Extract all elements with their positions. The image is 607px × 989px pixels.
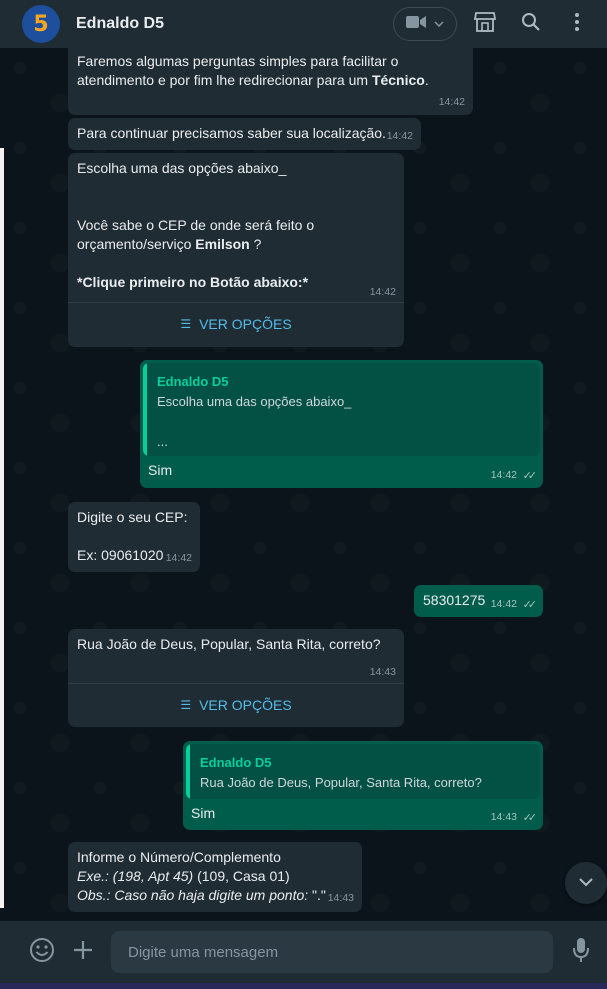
- view-options-button[interactable]: ☰ VER OPÇÕES: [68, 684, 404, 726]
- emoji-button[interactable]: [27, 937, 57, 967]
- quote-author: Ednaldo D5: [200, 755, 272, 770]
- quote-bar: [143, 363, 147, 456]
- double-check-icon: ✓✓: [522, 812, 538, 824]
- quote-text: Escolha uma das opções abaixo_: [157, 394, 352, 409]
- chevron-down-icon: [578, 874, 594, 892]
- video-call-button[interactable]: [393, 7, 457, 41]
- chat-header: 5 Ednaldo D5: [0, 0, 607, 48]
- quoted-message[interactable]: Ednaldo D5 Escolha uma das opções abaixo…: [143, 363, 540, 456]
- microphone-icon: [572, 937, 590, 968]
- view-options-label: VER OPÇÕES: [199, 696, 292, 713]
- message-time: 14:42: [386, 130, 413, 142]
- emoji-icon: [29, 937, 55, 968]
- attach-button[interactable]: [68, 937, 98, 967]
- message-time: 14:43: [327, 892, 354, 904]
- more-options-icon: [574, 12, 580, 37]
- view-options-button[interactable]: ☰ VER OPÇÕES: [68, 303, 404, 345]
- contact-avatar[interactable]: 5: [22, 5, 60, 43]
- message-text: Rua João de Deus, Popular, Santa Rita, c…: [77, 636, 381, 652]
- list-icon: ☰: [180, 316, 192, 331]
- message-text: Obs.: Caso não haja digite um ponto: ".": [77, 887, 326, 903]
- shop-button[interactable]: [467, 6, 503, 42]
- scroll-to-bottom-button[interactable]: [565, 862, 607, 904]
- message-text: Sim: [191, 805, 216, 821]
- compose-bar: [0, 921, 607, 983]
- view-options-label: VER OPÇÕES: [199, 315, 292, 332]
- message-incoming[interactable]: Informe o Número/Complemento Exe.: (198,…: [68, 842, 362, 912]
- search-icon: [521, 12, 541, 37]
- message-list[interactable]: Faremos algumas perguntas simples para f…: [0, 48, 607, 921]
- quote-author: Ednaldo D5: [157, 374, 229, 389]
- quote-text: ...: [157, 434, 168, 449]
- voice-message-button[interactable]: [566, 937, 596, 967]
- quoted-message[interactable]: Ednaldo D5 Rua João de Deus, Popular, Sa…: [186, 744, 540, 799]
- message-text: orçamento/serviço Emilson ?: [77, 236, 262, 252]
- chevron-down-icon: [434, 15, 444, 33]
- list-icon: ☰: [180, 697, 192, 712]
- message-outgoing[interactable]: Ednaldo D5 Rua João de Deus, Popular, Sa…: [183, 741, 543, 830]
- double-check-icon: ✓✓: [522, 599, 538, 611]
- message-incoming[interactable]: Para continuar precisamos saber sua loca…: [68, 118, 421, 150]
- message-text: Escolha uma das opções abaixo_: [77, 160, 287, 176]
- window-bottom-edge: [0, 983, 607, 989]
- message-text: Para continuar precisamos saber sua loca…: [77, 125, 386, 141]
- contact-name[interactable]: Ednaldo D5: [76, 15, 164, 33]
- message-time: 14:43: [369, 666, 396, 678]
- message-text: Faremos algumas perguntas simples para f…: [77, 53, 399, 69]
- message-text: Sim: [148, 462, 173, 478]
- message-text: *Clique primeiro no Botão abaixo:*: [77, 274, 309, 290]
- message-time: 14:42: [369, 286, 396, 298]
- message-text: Informe o Número/Complemento: [77, 849, 281, 865]
- menu-button[interactable]: [559, 6, 595, 42]
- message-incoming[interactable]: Escolha uma das opções abaixo_ Você sabe…: [68, 153, 404, 347]
- message-incoming[interactable]: Rua João de Deus, Popular, Santa Rita, c…: [68, 629, 404, 727]
- message-time: 14:42: [438, 96, 465, 108]
- message-time: 14:42: [490, 469, 517, 481]
- message-incoming[interactable]: Faremos algumas perguntas simples para f…: [68, 48, 473, 115]
- message-time: 14:42: [165, 552, 192, 564]
- header-actions: [393, 6, 595, 42]
- message-time: 14:42: [490, 598, 517, 610]
- message-text: atendimento e por fim lhe redirecionar p…: [77, 72, 429, 88]
- quote-text: Rua João de Deus, Popular, Santa Rita, c…: [200, 775, 482, 790]
- search-button[interactable]: [513, 6, 549, 42]
- message-outgoing[interactable]: Ednaldo D5 Escolha uma das opções abaixo…: [140, 360, 543, 488]
- quote-bar: [186, 744, 190, 799]
- message-text: 58301275: [423, 592, 486, 608]
- message-text: Exe.: (198, Apt 45) (109, Casa 01): [77, 868, 290, 884]
- video-call-icon: [406, 15, 426, 34]
- double-check-icon: ✓✓: [522, 470, 538, 482]
- side-strip: [0, 148, 4, 908]
- message-text: Digite o seu CEP:: [77, 509, 188, 525]
- message-time: 14:43: [490, 811, 517, 823]
- message-incoming[interactable]: Digite o seu CEP: Ex: 09061020 14:42: [68, 502, 200, 572]
- message-outgoing[interactable]: 58301275 14:42 ✓✓: [414, 585, 543, 617]
- message-input[interactable]: [111, 931, 553, 973]
- message-text: Você sabe o CEP de onde será feito o: [77, 217, 315, 233]
- shop-icon: [473, 11, 497, 37]
- plus-icon: [73, 940, 93, 965]
